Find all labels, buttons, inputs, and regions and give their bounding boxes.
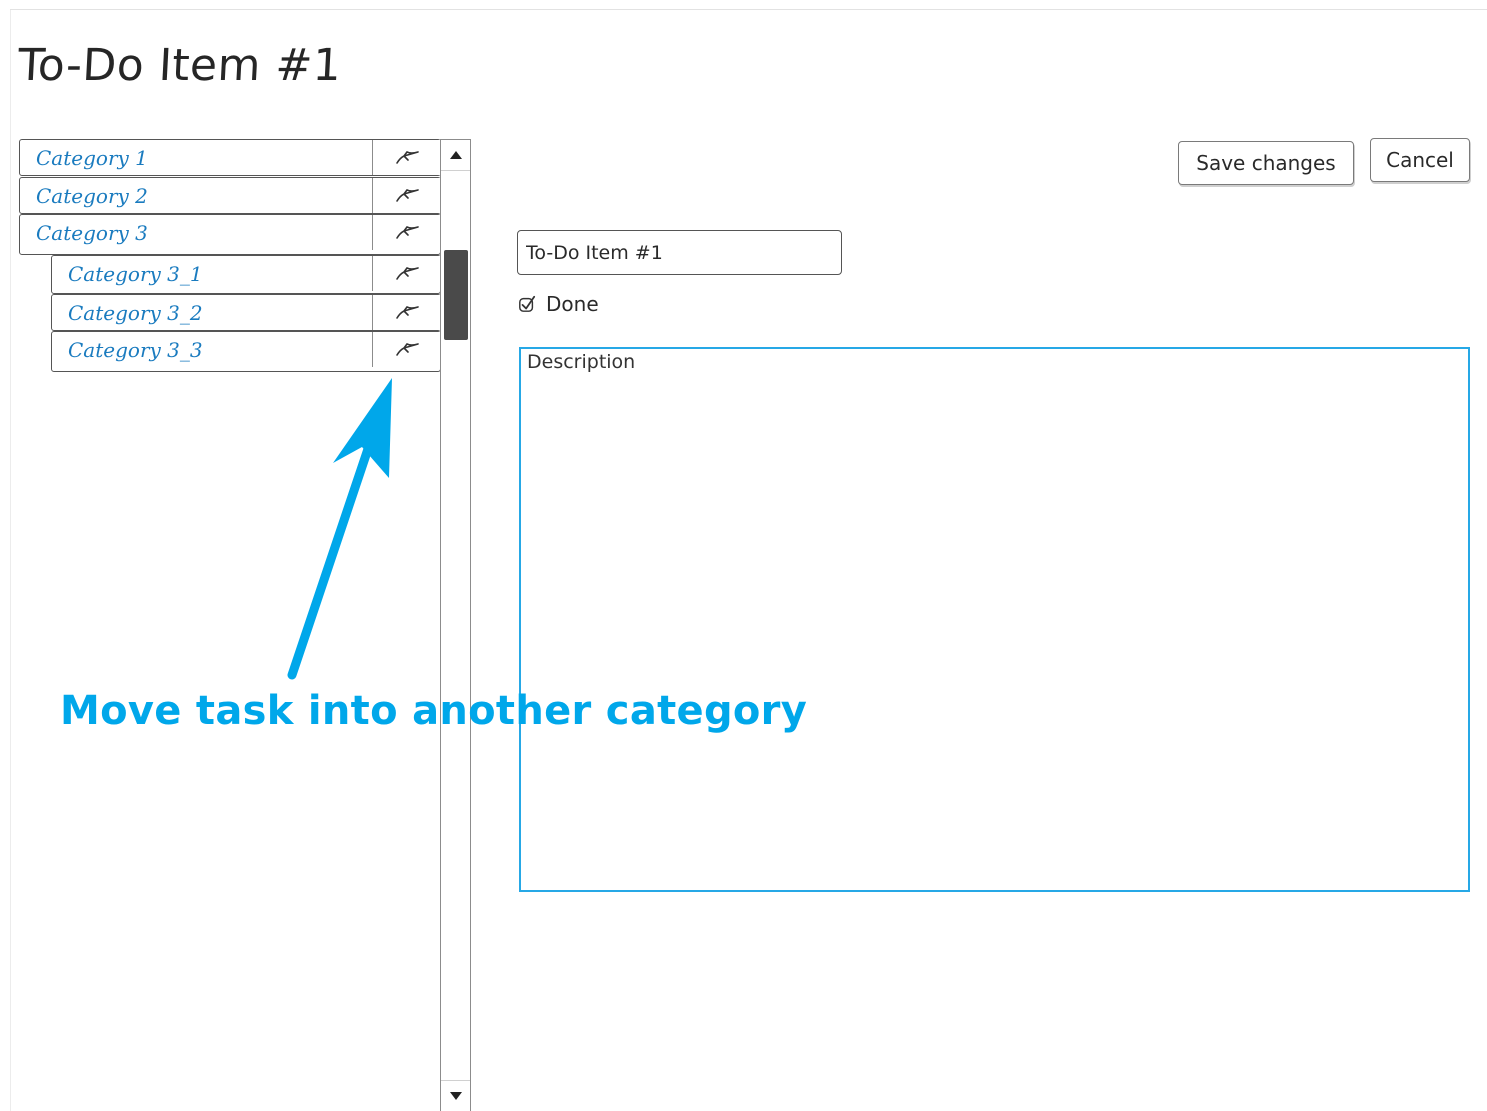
annotation-text: Move task into another category — [60, 688, 808, 734]
category-row[interactable]: Category 3_1 — [51, 255, 441, 294]
done-label: Done — [546, 292, 599, 316]
left-divider — [10, 10, 11, 1111]
triangle-up-icon — [449, 151, 462, 159]
description-textarea[interactable] — [519, 347, 1470, 892]
move-arrow-icon — [395, 266, 419, 280]
move-arrow-icon — [395, 225, 419, 239]
category-label: Category 3 — [36, 221, 148, 245]
move-to-category-button[interactable] — [372, 140, 440, 175]
category-row[interactable]: Category 3 — [19, 214, 441, 255]
move-to-category-button[interactable] — [372, 332, 440, 367]
category-row[interactable]: Category 3_3 — [51, 331, 441, 372]
move-to-category-button[interactable] — [372, 256, 440, 291]
move-to-category-button[interactable] — [372, 178, 440, 213]
move-arrow-icon — [395, 150, 419, 164]
move-arrow-icon — [395, 188, 419, 202]
move-to-category-button[interactable] — [372, 295, 440, 330]
scroll-thumb[interactable] — [444, 250, 468, 340]
category-label: Category 1 — [36, 146, 148, 170]
save-changes-button[interactable]: Save changes — [1178, 141, 1354, 185]
category-label: Category 3_3 — [68, 338, 203, 362]
category-row[interactable]: Category 1 — [19, 139, 441, 176]
move-arrow-icon — [395, 305, 419, 319]
scroll-down-button[interactable] — [441, 1080, 470, 1111]
move-to-category-button[interactable] — [372, 215, 440, 250]
category-label: Category 3_1 — [68, 262, 203, 286]
category-label: Category 2 — [36, 184, 148, 208]
cancel-button[interactable]: Cancel — [1370, 138, 1470, 182]
category-row[interactable]: Category 2 — [19, 177, 441, 214]
scroll-up-button[interactable] — [441, 140, 470, 171]
item-title-input[interactable] — [517, 230, 842, 275]
top-divider — [10, 9, 1487, 10]
category-label: Category 3_2 — [68, 301, 203, 325]
page-title: To-Do Item #1 — [16, 40, 343, 91]
done-checkbox[interactable]: Done — [518, 290, 599, 318]
move-arrow-icon — [395, 342, 419, 356]
category-scrollbar[interactable] — [440, 139, 471, 1111]
checkmark-icon — [518, 295, 536, 313]
category-row[interactable]: Category 3_2 — [51, 294, 441, 331]
triangle-down-icon — [449, 1092, 462, 1100]
